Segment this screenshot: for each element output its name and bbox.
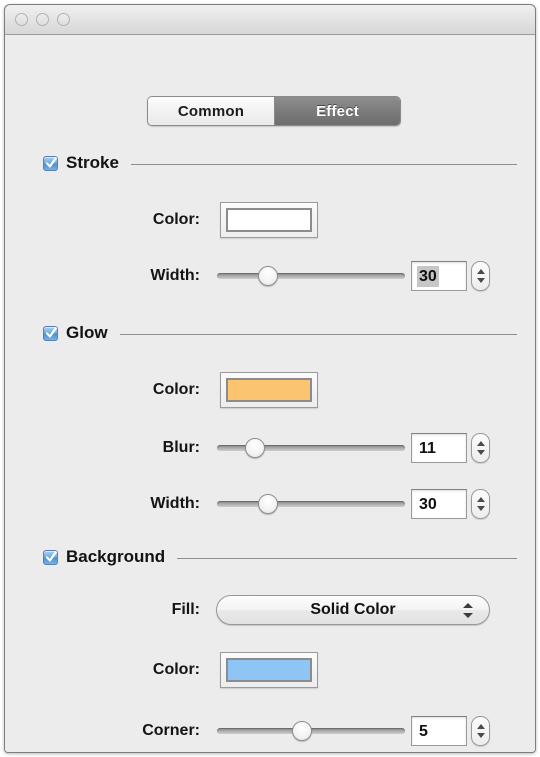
stroke-enabled-checkbox[interactable]	[43, 155, 58, 171]
stroke-width-stepper[interactable]	[471, 261, 490, 291]
row-background-corner: Corner: 5	[5, 716, 535, 746]
background-corner-slider[interactable]	[217, 718, 405, 744]
section-header-stroke: Stroke	[43, 153, 517, 173]
section-divider	[130, 164, 517, 165]
chevron-updown-icon	[463, 596, 473, 624]
minimize-button[interactable]	[36, 13, 49, 26]
inspector-content: Common Effect Stroke Color: Width: 30 Gl…	[5, 35, 535, 752]
background-corner-stepper[interactable]	[471, 716, 490, 746]
row-glow-width: Width: 30	[5, 489, 535, 519]
stepper-down-icon[interactable]	[476, 506, 485, 511]
stepper-up-icon[interactable]	[476, 269, 485, 274]
tab-effect[interactable]: Effect	[274, 97, 400, 125]
row-glow-color: Color:	[5, 372, 535, 408]
slider-knob[interactable]	[291, 721, 312, 741]
stroke-width-slider[interactable]	[217, 263, 405, 289]
background-fill-value: Solid Color	[310, 601, 396, 618]
glow-width-slider[interactable]	[217, 491, 405, 517]
window-titlebar	[5, 5, 535, 35]
tab-common[interactable]: Common	[148, 97, 274, 125]
background-corner-label: Corner:	[142, 722, 200, 739]
slider-track	[217, 501, 405, 507]
stroke-width-field[interactable]: 30	[411, 261, 467, 291]
stroke-color-label: Color:	[152, 211, 200, 228]
row-background-fill: Fill: Solid Color	[5, 595, 535, 625]
glow-blur-field[interactable]: 11	[411, 433, 467, 463]
window-controls	[15, 13, 70, 26]
zoom-button[interactable]	[57, 13, 70, 26]
glow-width-value: 30	[419, 496, 437, 513]
slider-knob[interactable]	[257, 494, 278, 514]
slider-knob[interactable]	[244, 438, 265, 458]
stroke-width-value: 30	[417, 266, 439, 287]
background-color-well[interactable]	[220, 652, 318, 688]
stepper-up-icon[interactable]	[476, 724, 485, 729]
section-header-glow: Glow	[43, 323, 517, 343]
background-corner-field[interactable]: 5	[411, 716, 467, 746]
background-fill-popup[interactable]: Solid Color	[216, 595, 490, 625]
glow-enabled-checkbox[interactable]	[43, 325, 58, 341]
glow-color-label: Color:	[152, 381, 200, 398]
slider-track	[217, 273, 405, 279]
glow-width-field[interactable]: 30	[411, 489, 467, 519]
background-enabled-checkbox[interactable]	[43, 549, 58, 565]
background-color-chip	[226, 658, 312, 682]
glow-width-stepper[interactable]	[471, 489, 490, 519]
glow-blur-slider[interactable]	[217, 435, 405, 461]
close-button[interactable]	[15, 13, 28, 26]
stroke-color-well[interactable]	[220, 202, 318, 238]
stroke-color-chip	[226, 208, 312, 232]
glow-blur-value: 11	[419, 440, 436, 457]
row-stroke-color: Color:	[5, 202, 535, 238]
glow-blur-stepper[interactable]	[471, 433, 490, 463]
section-divider	[177, 558, 517, 559]
stepper-down-icon[interactable]	[476, 733, 485, 738]
slider-knob[interactable]	[257, 266, 278, 286]
section-divider	[119, 334, 517, 335]
row-glow-blur: Blur: 11	[5, 433, 535, 463]
section-title-glow: Glow	[66, 323, 108, 342]
stepper-up-icon[interactable]	[476, 497, 485, 502]
stepper-down-icon[interactable]	[476, 278, 485, 283]
glow-blur-label: Blur:	[162, 439, 200, 456]
background-color-label: Color:	[152, 661, 200, 678]
tab-bar: Common Effect	[147, 96, 401, 126]
section-header-background: Background	[43, 547, 517, 567]
section-title-background: Background	[66, 547, 166, 566]
row-stroke-width: Width: 30	[5, 261, 535, 291]
section-title-stroke: Stroke	[66, 153, 119, 172]
glow-color-well[interactable]	[220, 372, 318, 408]
stepper-down-icon[interactable]	[476, 450, 485, 455]
background-fill-label: Fill:	[171, 601, 200, 618]
stepper-up-icon[interactable]	[476, 441, 485, 446]
glow-width-label: Width:	[150, 495, 200, 512]
stroke-width-label: Width:	[150, 267, 200, 284]
glow-color-chip	[226, 378, 312, 402]
inspector-window: Common Effect Stroke Color: Width: 30 Gl…	[4, 4, 536, 753]
background-corner-value: 5	[419, 723, 428, 740]
row-background-color: Color:	[5, 652, 535, 688]
